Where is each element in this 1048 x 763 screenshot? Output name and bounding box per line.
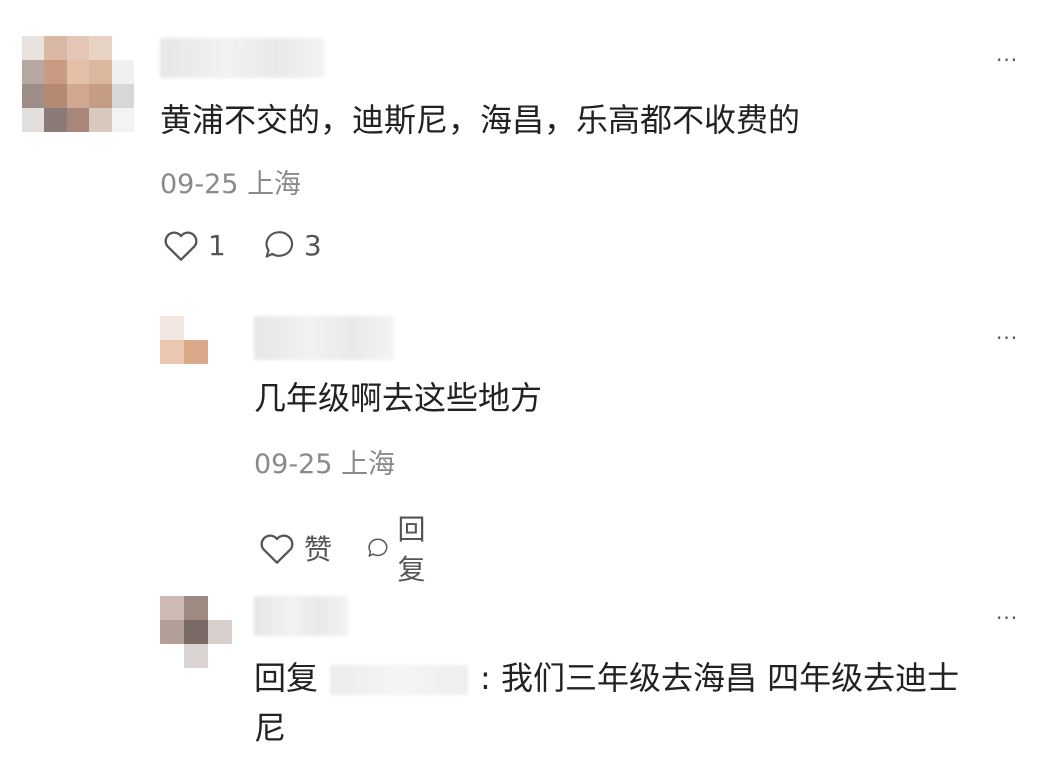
comment-location: 上海 xyxy=(247,169,302,200)
comment-meta: 09-25 上海 xyxy=(254,448,395,482)
reply-button[interactable]: 3 xyxy=(262,228,322,262)
heart-outline-icon xyxy=(164,231,198,261)
mentioned-username-blurred[interactable] xyxy=(330,665,469,695)
comment-actions: 赞 回复 xyxy=(258,508,436,588)
comment-text: 几年级啊去这些地方 xyxy=(254,379,543,417)
avatar-blurred[interactable] xyxy=(160,316,208,364)
avatar-blurred[interactable] xyxy=(160,596,232,668)
like-count: 1 xyxy=(208,228,226,262)
reply-prefix: 回复 xyxy=(254,659,319,697)
comment-actions: 1 3 xyxy=(162,228,322,262)
comment-text-line-1: : 我们三年级去海昌 四年级去迪士 xyxy=(480,659,960,697)
username-blurred[interactable] xyxy=(160,38,325,78)
comment-date: 09-25 xyxy=(254,449,333,480)
comment-text: 黄浦不交的，迪斯尼，海昌，乐高都不收费的 xyxy=(160,101,801,139)
reply-count: 3 xyxy=(303,228,322,262)
more-dots-icon[interactable]: ··· xyxy=(996,328,1018,348)
like-label: 赞 xyxy=(304,533,333,566)
heart-outline-icon xyxy=(260,534,294,564)
speech-bubble-outline-icon xyxy=(368,538,388,557)
more-dots-icon[interactable]: ··· xyxy=(996,608,1018,628)
comment-location: 上海 xyxy=(341,449,396,480)
like-button[interactable]: 1 xyxy=(162,228,226,262)
username-blurred[interactable] xyxy=(254,596,348,636)
like-button[interactable]: 赞 xyxy=(258,528,332,568)
comment-text-line-2: 尼 xyxy=(254,709,287,747)
comment-text: 回复 : 我们三年级去海昌 四年级去迪士 xyxy=(254,656,959,700)
username-blurred[interactable] xyxy=(254,316,394,360)
avatar-blurred[interactable] xyxy=(22,36,134,132)
more-dots-icon[interactable]: ··· xyxy=(996,50,1018,70)
comment-meta: 09-25 上海 xyxy=(160,168,301,202)
reply-button[interactable]: 回复 xyxy=(366,508,436,588)
comment-date: 09-25 xyxy=(160,169,239,200)
speech-bubble-outline-icon xyxy=(265,231,293,258)
reply-label: 回复 xyxy=(397,513,426,586)
